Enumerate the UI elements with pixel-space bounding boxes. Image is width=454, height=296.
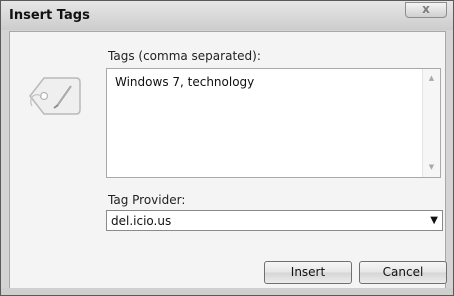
tag-icon xyxy=(29,77,81,115)
tags-label: Tags (comma separated): xyxy=(108,49,261,63)
tag-provider-select[interactable]: del.icio.us ▼ xyxy=(106,210,443,231)
close-icon: x xyxy=(422,2,430,16)
close-button[interactable]: x xyxy=(405,2,447,18)
tags-input-value: Windows 7, technology xyxy=(115,75,255,89)
insert-button[interactable]: Insert xyxy=(264,261,352,284)
insert-tags-dialog: Insert Tags x Tags (comma separated): Wi… xyxy=(0,0,454,296)
window-bottom-frame xyxy=(1,288,453,295)
tag-provider-value: del.icio.us xyxy=(111,214,172,228)
dialog-title: Insert Tags xyxy=(9,8,90,23)
chevron-down-icon[interactable]: ▼ xyxy=(430,215,438,226)
tags-input[interactable]: Windows 7, technology ▲ ▼ xyxy=(106,68,441,178)
scroll-up-arrow-icon[interactable]: ▲ xyxy=(423,74,440,82)
cancel-button[interactable]: Cancel xyxy=(359,261,447,284)
tags-scrollbar[interactable]: ▲ ▼ xyxy=(422,69,440,177)
dialog-body: Tags (comma separated): Windows 7, techn… xyxy=(9,31,447,289)
scroll-down-arrow-icon[interactable]: ▼ xyxy=(423,163,440,171)
tag-provider-label: Tag Provider: xyxy=(108,193,186,207)
title-bar[interactable]: Insert Tags x xyxy=(1,1,453,30)
